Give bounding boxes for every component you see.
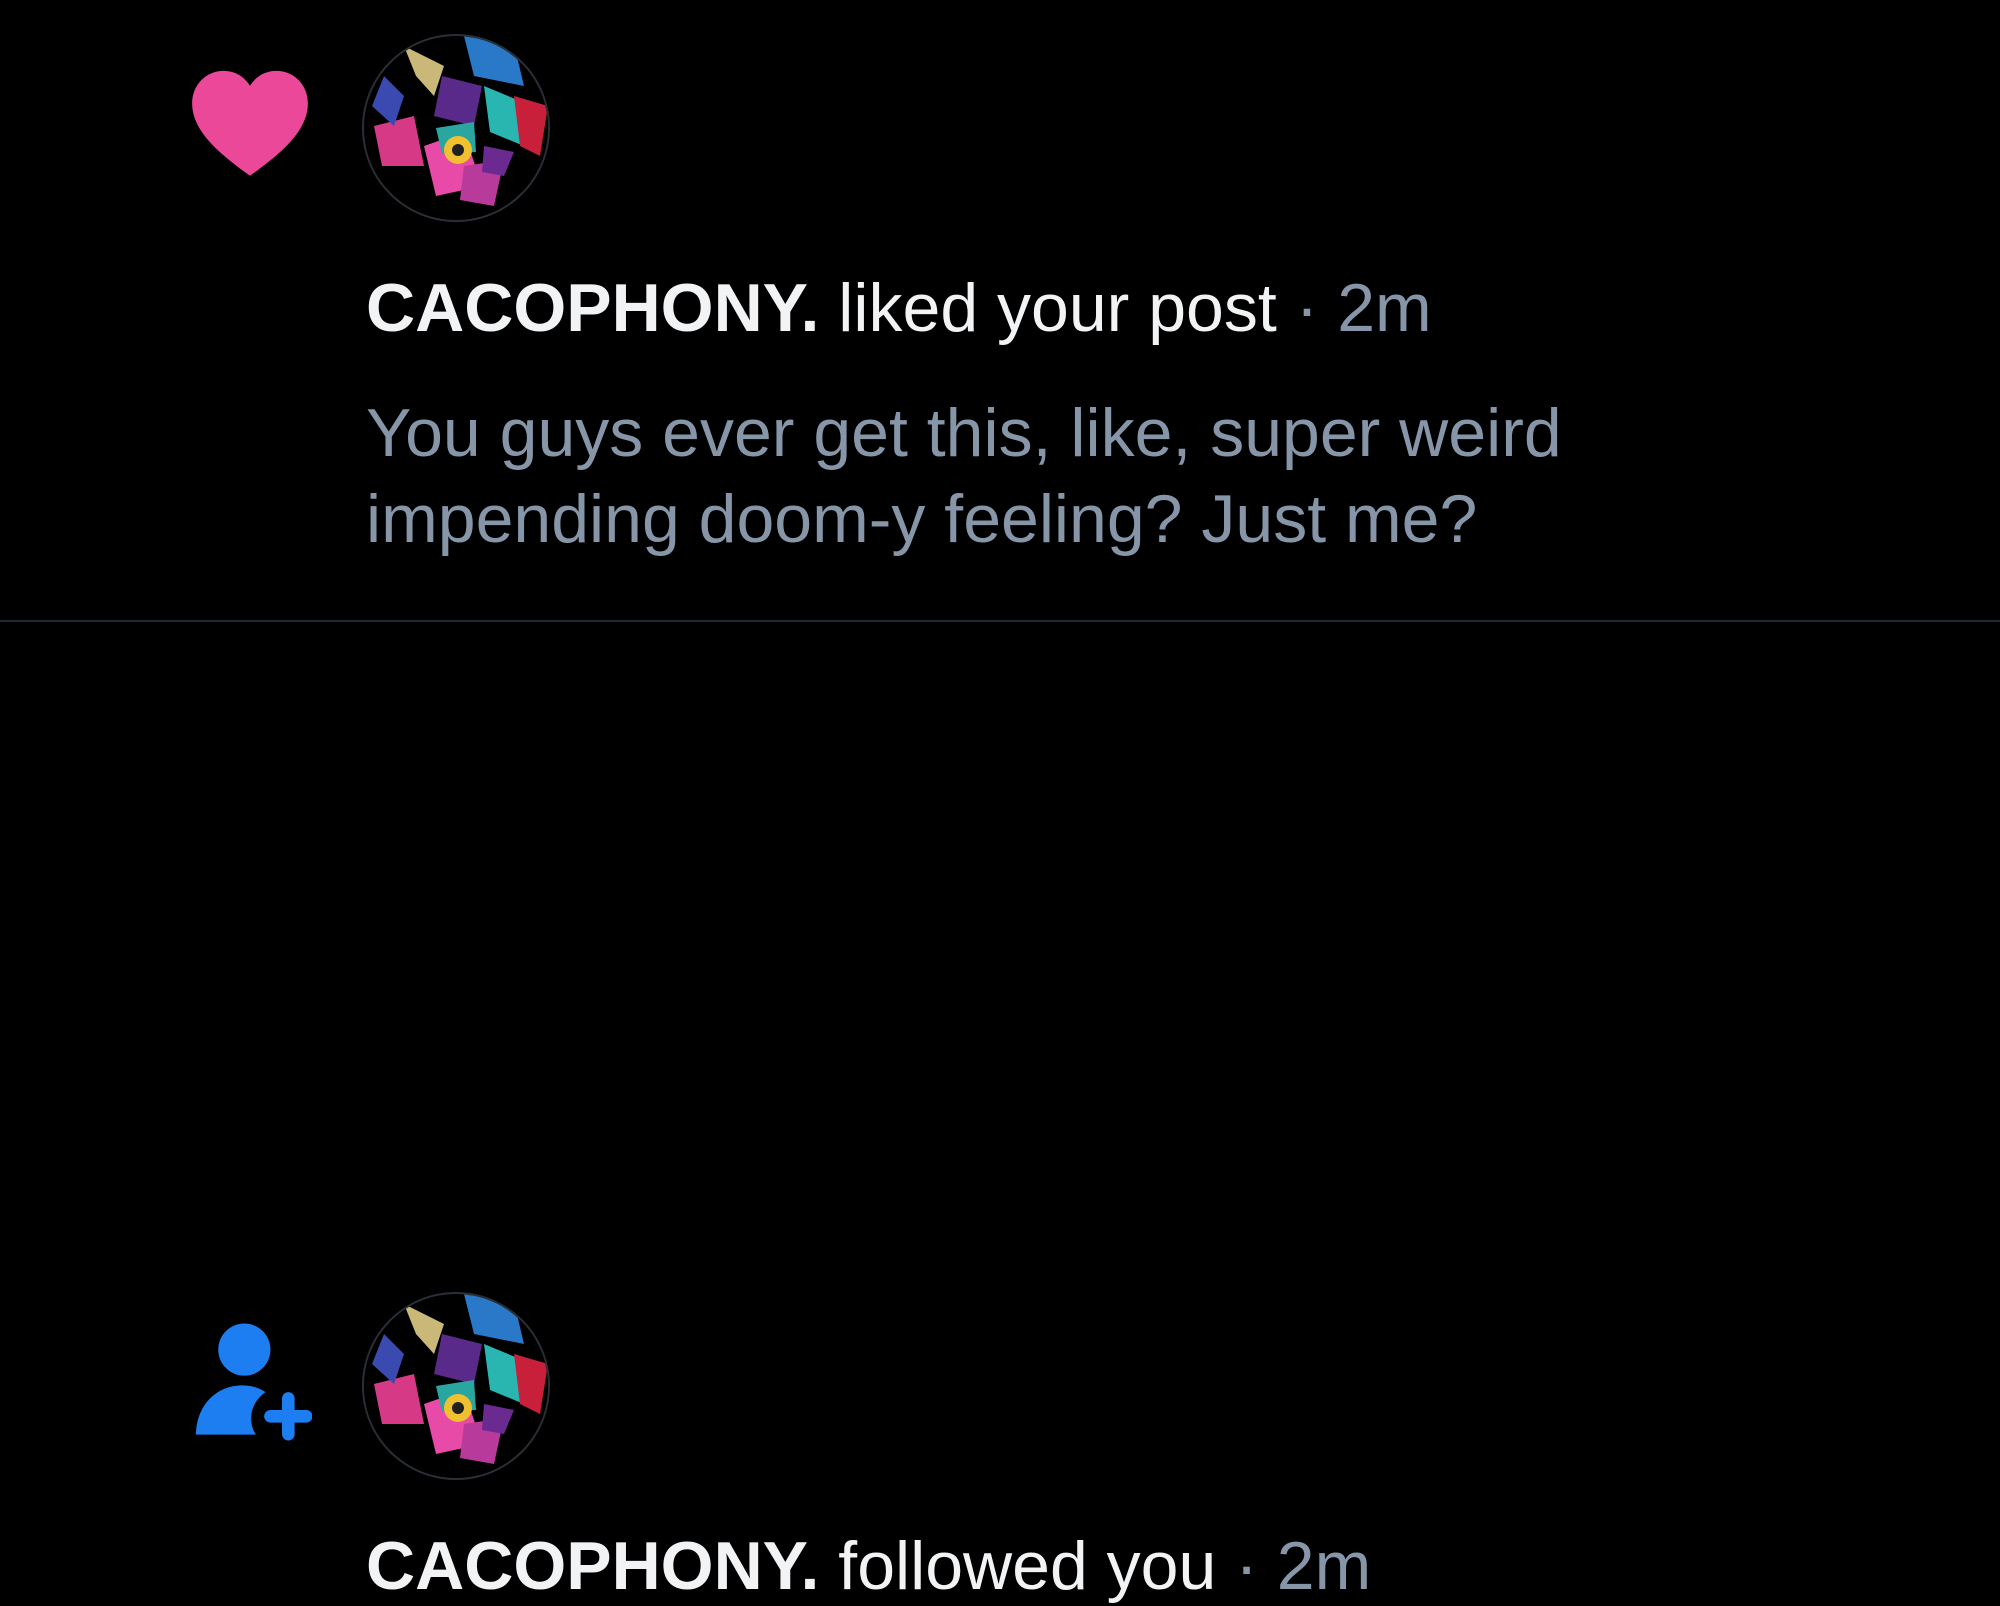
action-text: liked your post (838, 270, 1277, 346)
notification-follow[interactable]: CACOPHONY. followed you · 2m (0, 622, 2000, 1604)
separator: · (1295, 270, 1319, 346)
action-text: followed you (838, 1528, 1217, 1604)
person-plus-icon (196, 1323, 312, 1441)
post-preview[interactable]: You guys ever get this, like, super weir… (366, 390, 1866, 562)
timestamp: 2m (1276, 1528, 1372, 1604)
avatar-artwork (364, 36, 548, 220)
avatar[interactable] (364, 36, 548, 220)
author-name[interactable]: CACOPHONY. (366, 270, 819, 346)
timestamp: 2m (1337, 270, 1432, 346)
notification-like[interactable]: CACOPHONY. liked your post · 2m You guys… (0, 0, 2000, 620)
heart-icon (192, 70, 308, 176)
separator: · (1235, 1528, 1258, 1604)
author-name[interactable]: CACOPHONY. (366, 1528, 819, 1604)
notification-text: CACOPHONY. liked your post · 2m (366, 268, 1432, 348)
avatar[interactable] (364, 1294, 548, 1478)
avatar-artwork (364, 1294, 548, 1478)
notification-text: CACOPHONY. followed you · 2m (366, 1526, 1371, 1606)
